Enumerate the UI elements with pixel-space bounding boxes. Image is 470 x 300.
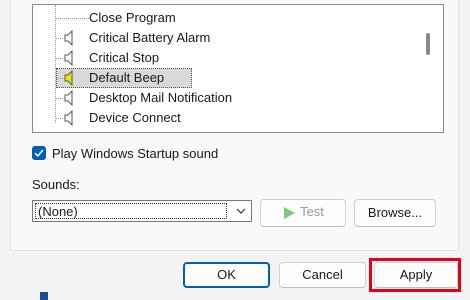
list-item[interactable]: Critical Battery Alarm: [33, 28, 418, 48]
checkmark-icon: [34, 149, 44, 158]
sounds-dropdown-value: (None): [35, 203, 227, 219]
chevron-down-icon: [236, 208, 246, 214]
list-item[interactable]: Device Connect: [33, 108, 418, 128]
scrollbar-thumb[interactable]: [426, 33, 430, 55]
tree-branch: [55, 118, 63, 119]
speaker-icon: [64, 70, 73, 86]
speaker-icon: [64, 90, 73, 106]
list-item-label: Critical Stop: [89, 50, 160, 65]
tree-branch: [55, 78, 63, 79]
cancel-button-label: Cancel: [302, 267, 343, 282]
list-item[interactable]: Close Program: [33, 8, 418, 28]
tree-branch: [55, 98, 63, 99]
browse-button[interactable]: Browse...: [354, 199, 436, 227]
tree-branch: [55, 58, 63, 59]
cancel-button[interactable]: Cancel: [279, 262, 366, 288]
list-item-label: Desktop Mail Notification: [89, 90, 233, 105]
sounds-dropdown[interactable]: (None): [32, 200, 252, 222]
startup-sound-label[interactable]: Play Windows Startup sound: [52, 145, 218, 163]
program-events-list[interactable]: Close Program Critical Battery Alarm Cri…: [32, 4, 444, 133]
play-icon: [284, 206, 296, 219]
test-button[interactable]: Test: [260, 199, 346, 227]
ok-button[interactable]: OK: [183, 262, 270, 288]
vertical-scrollbar[interactable]: [423, 5, 443, 132]
speaker-icon: [64, 30, 73, 46]
list-item-label: Critical Battery Alarm: [89, 30, 211, 45]
background-window-fragment: [40, 292, 48, 300]
speaker-icon: [64, 50, 73, 66]
list-item-label: Device Connect: [89, 110, 181, 125]
list-item-label: Default Beep: [89, 70, 165, 85]
browse-button-label: Browse...: [367, 205, 423, 220]
startup-sound-checkbox[interactable]: [32, 146, 46, 160]
tree-branch: [55, 38, 63, 39]
ok-button-label: OK: [217, 267, 236, 282]
test-button-label: Test: [300, 204, 324, 219]
list-item[interactable]: Critical Stop: [33, 48, 418, 68]
speaker-icon: [64, 110, 73, 126]
apply-highlight-box: [369, 258, 461, 292]
list-item-selected[interactable]: Default Beep: [33, 68, 418, 88]
list-item[interactable]: Desktop Mail Notification: [33, 88, 418, 108]
list-item-label: Close Program: [89, 10, 176, 25]
sounds-label: Sounds:: [32, 177, 80, 192]
